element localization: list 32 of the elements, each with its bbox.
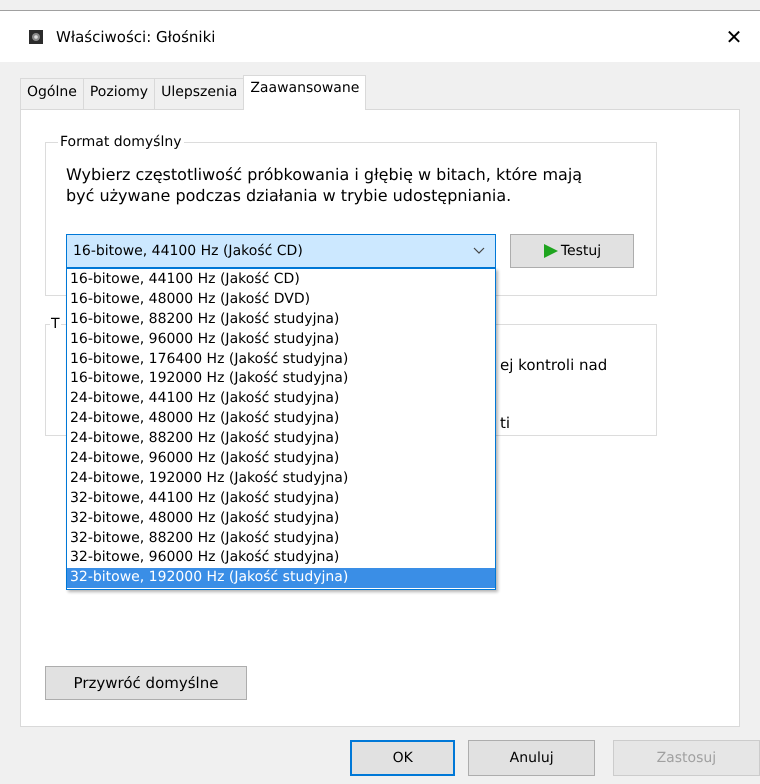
group-title: Format domyślny — [59, 134, 183, 150]
dropdown-option[interactable]: 16-bitowe, 176400 Hz (Jakość studyjna) — [67, 350, 495, 370]
dropdown-option[interactable]: 16-bitowe, 44100 Hz (Jakość CD) — [67, 270, 495, 290]
group-text: ti — [500, 414, 510, 432]
dropdown-option[interactable]: 32-bitowe, 44100 Hz (Jakość studyjna) — [67, 488, 495, 509]
dropdown-option[interactable]: 24-bitowe, 44100 Hz (Jakość studyjna) — [67, 389, 495, 410]
dropdown-option[interactable]: 32-bitowe, 48000 Hz (Jakość studyjna) — [67, 508, 495, 529]
dropdown-option[interactable]: 32-bitowe, 96000 Hz (Jakość studyjna) — [67, 548, 495, 568]
dropdown-option[interactable]: 24-bitowe, 88200 Hz (Jakość studyjna) — [67, 429, 495, 450]
chevron-down-icon — [473, 247, 485, 255]
dialog-button[interactable]: OK — [350, 740, 456, 776]
dropdown-option[interactable]: 24-bitowe, 48000 Hz (Jakość studyjna) — [67, 409, 495, 430]
test-button[interactable]: Testuj — [510, 234, 634, 268]
play-icon — [542, 243, 559, 259]
window-title: Właściwości: Głośniki — [56, 28, 216, 46]
dropdown-option[interactable]: 16-bitowe, 192000 Hz (Jakość studyjna) — [67, 369, 495, 390]
dropdown-option[interactable]: 24-bitowe, 192000 Hz (Jakość studyjna) — [67, 468, 495, 489]
group-text: ej kontroli nad — [500, 356, 608, 374]
tab[interactable]: Zaawansowane — [243, 75, 366, 110]
speaker-icon — [28, 28, 44, 44]
dropdown-option[interactable]: 32-bitowe, 88200 Hz (Jakość studyjna) — [67, 528, 495, 548]
dialog-button[interactable]: Anuluj — [468, 740, 595, 776]
restore-defaults-button[interactable]: Przywróć domyślne — [45, 666, 247, 700]
dropdown-option[interactable]: 16-bitowe, 96000 Hz (Jakość studyjna) — [67, 330, 495, 350]
dropdown-option[interactable]: 24-bitowe, 96000 Hz (Jakość studyjna) — [67, 449, 495, 469]
tab[interactable]: Ogólne — [20, 78, 84, 109]
format-dropdown[interactable]: 16-bitowe, 44100 Hz (Jakość CD) — [66, 234, 496, 268]
dropdown-option[interactable]: 16-bitowe, 48000 Hz (Jakość DVD) — [67, 290, 495, 310]
group-title: T — [50, 316, 61, 332]
close-button[interactable]: ✕ — [712, 24, 756, 48]
dropdown-option[interactable]: 16-bitowe, 88200 Hz (Jakość studyjna) — [67, 310, 495, 330]
description-text: Wybierz częstotliwość próbkowania i głębię w bitach, które mają być używane podczas działania w trybie udostępniania. — [66, 164, 584, 206]
